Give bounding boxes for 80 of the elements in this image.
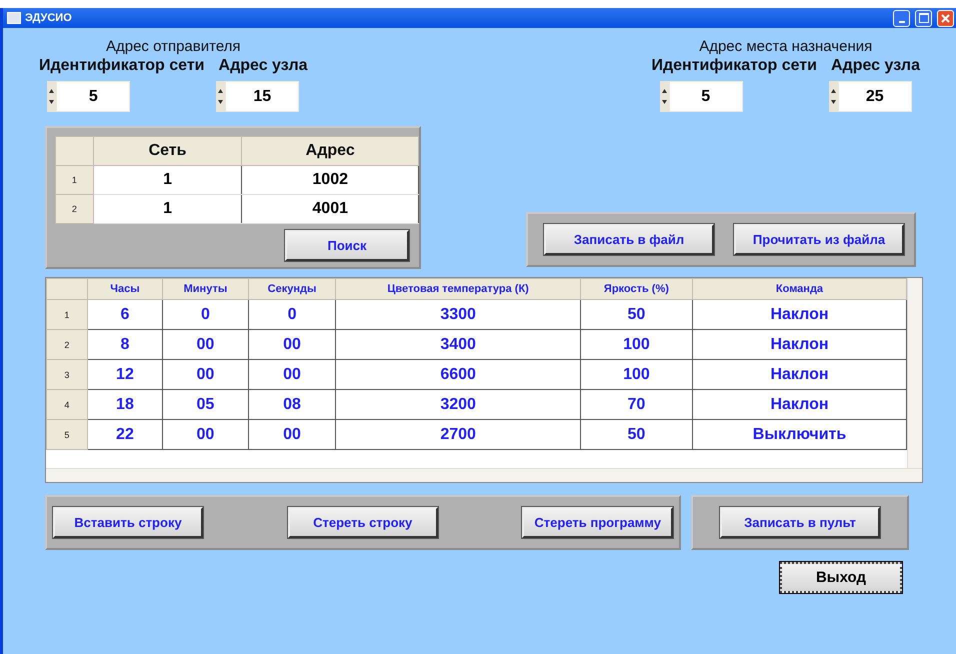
row-action-button[interactable]: Стереть строку	[288, 507, 438, 538]
spinner-arrows-icon[interactable]	[47, 81, 56, 112]
row-number: 2	[46, 330, 88, 360]
table-cell: Наклон	[692, 360, 906, 390]
spinner-arrows-icon[interactable]	[216, 81, 226, 112]
table-cell: 08	[248, 390, 336, 420]
table-cell: Наклон	[692, 300, 906, 330]
table-cell: 00	[162, 330, 248, 360]
number-input-field[interactable]: 25	[838, 81, 912, 112]
table-cell: 100	[580, 360, 692, 390]
row-number: 2	[56, 194, 94, 224]
close-icon[interactable]	[937, 10, 954, 26]
table-corner	[56, 136, 94, 166]
minimize-icon[interactable]	[893, 10, 910, 26]
address-heading: Адрес отправителя	[106, 38, 241, 55]
upload-button[interactable]: Записать в пульт	[720, 507, 880, 538]
app-icon	[7, 12, 21, 24]
row-action-button[interactable]: Вставить строку	[53, 507, 203, 538]
field-label: Адрес узла	[830, 57, 920, 75]
table-cell: 4001	[242, 194, 418, 224]
horizontal-scrollbar[interactable]	[46, 468, 922, 482]
file-button[interactable]: Записать в файл	[544, 224, 714, 255]
table-cell: 6600	[336, 360, 580, 390]
table-cell: Выключить	[692, 420, 906, 450]
table-cell: 0	[248, 300, 336, 330]
field-label: Адрес узла	[218, 57, 308, 75]
table-cell: 18	[87, 390, 163, 420]
row-action-button[interactable]: Стереть программу	[522, 507, 673, 538]
table-cell: 00	[248, 420, 336, 450]
table-cell: 50	[580, 420, 692, 450]
number-input-field[interactable]: 5	[668, 81, 743, 112]
table-cell: 2700	[336, 420, 580, 450]
spinner-arrows-icon[interactable]	[828, 81, 838, 112]
column-header: Яркость (%)	[580, 278, 692, 300]
table-cell: 50	[580, 300, 692, 330]
row-number: 3	[46, 360, 88, 390]
table-corner	[46, 278, 88, 300]
table-cell: 00	[248, 360, 336, 390]
exit-button[interactable]: Выход	[780, 562, 902, 593]
table-cell: 6	[87, 300, 163, 330]
maximize-icon[interactable]	[915, 10, 932, 26]
spinner-arrows-icon[interactable]	[660, 81, 669, 112]
column-header: Сеть	[93, 136, 242, 166]
table-cell: 00	[162, 360, 248, 390]
file-button[interactable]: Прочитать из файла	[734, 224, 904, 255]
table-cell: 70	[580, 390, 692, 420]
table-cell: 12	[87, 360, 163, 390]
table-cell: 0	[162, 300, 248, 330]
table-cell: 1	[93, 194, 242, 224]
table-cell: 22	[87, 420, 163, 450]
column-header: Минуты	[162, 278, 248, 300]
row-number: 5	[46, 420, 88, 450]
table-cell: 8	[87, 330, 163, 360]
address-heading: Адрес места назначения	[699, 38, 872, 55]
table-cell: Наклон	[692, 390, 906, 420]
column-header: Цветовая температура (К)	[336, 278, 580, 300]
table-cell: 3200	[336, 390, 580, 420]
vertical-scrollbar[interactable]	[907, 278, 922, 468]
table-cell: 00	[162, 420, 248, 450]
table-cell: Наклон	[692, 330, 906, 360]
row-number: 1	[46, 300, 88, 330]
table-cell: 100	[580, 330, 692, 360]
table-cell: 1002	[242, 166, 418, 194]
column-header: Секунды	[248, 278, 336, 300]
number-input-field[interactable]: 15	[225, 81, 300, 112]
table-cell: 3300	[336, 300, 580, 330]
table-cell: 1	[93, 166, 242, 194]
table-cell: 05	[162, 390, 248, 420]
window-title: ЭДУСИО	[25, 12, 73, 24]
column-header: Часы	[87, 278, 163, 300]
table-cell: 00	[248, 330, 336, 360]
number-input-field[interactable]: 5	[56, 81, 130, 112]
field-label: Идентификатор сети	[651, 57, 817, 75]
row-number: 4	[46, 390, 88, 420]
table-cell: 3400	[336, 330, 580, 360]
field-label: Идентификатор сети	[39, 57, 205, 75]
row-number: 1	[56, 166, 94, 194]
column-header: Команда	[692, 278, 906, 300]
column-header: Адрес	[242, 136, 418, 166]
search-button[interactable]: Поиск	[285, 230, 409, 261]
